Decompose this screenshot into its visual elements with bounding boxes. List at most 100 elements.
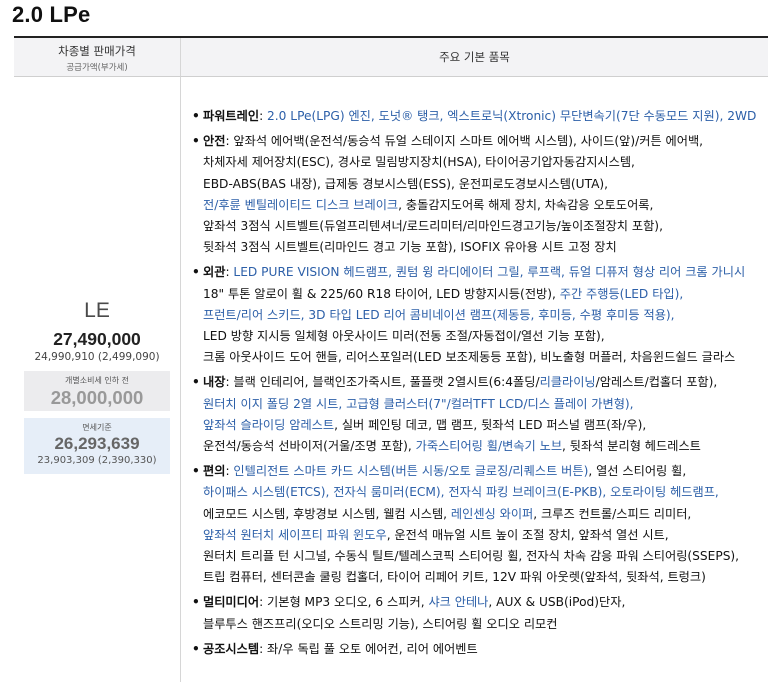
feature-item: • 안전: 앞좌석 에어백(운전석/동승석 듀얼 스테이지 스마트 에어백 시스템… xyxy=(192,131,768,258)
feature-text: , 열선 스티어링 휠, xyxy=(588,464,687,479)
feature-text: : xyxy=(259,109,268,123)
feature-item: • 파워트레인: 2.0 LPe(LPG) 엔진, 도넛® 탱크, 엑스트로닉(X… xyxy=(192,106,768,127)
feature-line: 공조시스템: 좌/우 독립 풀 오토 에어컨, 리어 에어벤트 xyxy=(203,639,768,660)
feature-text: : 블랙 인테리어, 블랙인조가죽시트, 풀플랫 2열시트(6:4폴딩/ xyxy=(225,375,540,390)
feature-item: • 멀티미디어: 기본형 MP3 오디오, 6 스피커, 샤크 안테나, AUX … xyxy=(192,592,768,634)
highlighted-feature-text: 샤크 안테나 xyxy=(428,595,489,610)
feature-line: 파워트레인: 2.0 LPe(LPG) 엔진, 도넛® 탱크, 엑스트로닉(Xt… xyxy=(203,106,768,127)
feature-text: , 운전석 매뉴얼 시트 높이 조절 장치, 앞좌석 열선 시트, xyxy=(386,527,669,542)
feature-text: EBD-ABS(BAS 내장), 급제동 경보시스템(ESS), 운전피로도경보… xyxy=(203,176,609,191)
pre-tax-cut-value: 28,000,000 xyxy=(50,387,144,408)
bullet-icon: • xyxy=(192,464,200,479)
bullet-icon: • xyxy=(192,134,200,149)
bullet-icon: • xyxy=(192,641,200,656)
feature-text: 블루투스 핸즈프리(오디오 스트리밍 기능), 스티어링 휠 오디오 리모컨 xyxy=(203,616,558,631)
feature-category: 파워트레인 xyxy=(203,109,260,123)
feature-category: 공조시스템 xyxy=(203,641,260,656)
feature-line: 원터치 트리플 턴 시그널, 수동식 틸트/텔레스코픽 스티어링 휠, 전자식 … xyxy=(203,546,768,567)
feature-item: • 공조시스템: 좌/우 독립 풀 오토 에어컨, 리어 에어벤트 xyxy=(192,639,768,660)
highlighted-feature-text: 앞좌석 원터치 세이프티 파워 윈도우 xyxy=(203,527,387,542)
feature-line: 운전석/동승석 선바이저(거울/조명 포함), 가죽스티어링 휠/변속기 노브,… xyxy=(203,436,768,457)
feature-line: 트립 컴퓨터, 센터콘솔 쿨링 컵홀더, 타이어 리페어 키트, 12V 파워 … xyxy=(203,567,768,588)
highlighted-feature-text: 주간 주행등(LED 타입), xyxy=(559,286,684,301)
feature-category: 안전 xyxy=(203,134,226,149)
feature-item: • 편의: 인텔리전트 스마트 카드 시스템(버튼 시동/오토 글로징/리퀘스트 … xyxy=(192,461,768,588)
feature-line: 전/후륜 벤틸레이티드 디스크 브레이크, 충돌감지도어록 해제 장치, 차속감… xyxy=(203,195,768,216)
feature-line: 차체자세 제어장치(ESC), 경사로 밀림방지장치(HSA), 타이어공기압자… xyxy=(203,152,768,173)
highlighted-feature-text: 전/후륜 벤틸레이티드 디스크 브레이크 xyxy=(203,197,399,212)
feature-text: 원터치 트리플 턴 시그널, 수동식 틸트/텔레스코픽 스티어링 휠, 전자식 … xyxy=(203,549,740,564)
tax-exempt-label: 면세기준 xyxy=(82,423,112,432)
feature-line: 외관: LED PURE VISION 헤드램프, 퀀텀 윙 라디에이터 그릴,… xyxy=(203,262,768,283)
feature-item: • 내장: 블랙 인테리어, 블랙인조가죽시트, 풀플랫 2열시트(6:4폴딩/리… xyxy=(192,372,768,457)
feature-text: : 좌/우 독립 풀 오토 에어컨, 리어 에어벤트 xyxy=(259,641,478,656)
feature-text: 크롬 아웃사이드 도어 핸들, 리어스포일러(LED 보조제동등 포함), 비노… xyxy=(203,350,736,365)
feature-text: 운전석/동승석 선바이저(거울/조명 포함), xyxy=(203,439,416,454)
feature-line: 뒷좌석 3점식 시트벨트(리마인드 경고 기능 포함), ISOFIX 유아용 … xyxy=(203,237,768,258)
feature-item: • 외관: LED PURE VISION 헤드램프, 퀀텀 윙 라디에이터 그릴… xyxy=(192,262,768,368)
feature-text: 앞좌석 3점식 시트벨트(듀얼프리텐셔너/로드리미터/리마인드경고기능/높이조절… xyxy=(203,219,663,234)
feature-text: , 실버 페인팅 데코, 맵 램프, 뒷좌석 LED 퍼스널 램프(좌/우), xyxy=(334,417,647,432)
feature-text: LED 방향 지시등 일체형 아웃사이드 미러(전동 조절/자동접이/열선 기능… xyxy=(203,329,605,344)
feature-text: , AUX & USB(iPod)단자, xyxy=(488,595,626,610)
feature-line: 안전: 앞좌석 에어백(운전석/동승석 듀얼 스테이지 스마트 에어백 시스템)… xyxy=(203,131,768,152)
feature-category: 외관 xyxy=(203,265,226,280)
bullet-icon: • xyxy=(192,109,200,123)
highlighted-feature-text: 리클라이닝 xyxy=(539,375,596,390)
feature-line: 멀티미디어: 기본형 MP3 오디오, 6 스피커, 샤크 안테나, AUX &… xyxy=(203,592,768,613)
feature-list: • 파워트레인: 2.0 LPe(LPG) 엔진, 도넛® 탱크, 엑스트로닉(X… xyxy=(192,106,768,664)
feature-text: , 뒷좌석 분리형 헤드레스트 xyxy=(562,439,701,454)
highlighted-feature-text: 앞좌석 슬라이딩 암레스트 xyxy=(203,417,335,432)
highlighted-feature-text: 인텔리전트 스마트 카드 시스템(버튼 시동/오토 글로징/리퀘스트 버튼) xyxy=(233,464,589,479)
bullet-icon: • xyxy=(192,265,200,280)
feature-text: /암레스트/컵홀더 포함), xyxy=(595,375,718,390)
feature-line: LED 방향 지시등 일체형 아웃사이드 미러(전동 조절/자동접이/열선 기능… xyxy=(203,326,768,347)
pre-tax-cut-label: 개별소비세 인하 전 xyxy=(65,376,129,385)
trim-price-supply: 24,990,910 (2,499,090) xyxy=(34,351,160,363)
feature-line: 앞좌석 원터치 세이프티 파워 윈도우, 운전석 매뉴얼 시트 높이 조절 장치… xyxy=(203,525,768,546)
feature-line: EBD-ABS(BAS 내장), 급제동 경보시스템(ESS), 운전피로도경보… xyxy=(203,174,768,195)
feature-line: 블루투스 핸즈프리(오디오 스트리밍 기능), 스티어링 휠 오디오 리모컨 xyxy=(203,614,768,635)
highlighted-feature-text: 레인센싱 와이퍼 xyxy=(450,506,534,521)
feature-text: 18" 투톤 알로이 휠 & 225/60 R18 타이어, LED 방향지시등… xyxy=(203,286,560,301)
feature-line: 편의: 인텔리전트 스마트 카드 시스템(버튼 시동/오토 글로징/리퀘스트 버… xyxy=(203,461,768,482)
feature-line: 18" 투톤 알로이 휠 & 225/60 R18 타이어, LED 방향지시등… xyxy=(203,284,768,305)
feature-category: 내장 xyxy=(203,375,226,390)
feature-line: 에코모드 시스템, 후방경보 시스템, 웰컴 시스템, 레인센싱 와이퍼, 크루… xyxy=(203,504,768,525)
trim-price: 27,490,000 xyxy=(53,329,141,349)
price-table: 차종별 판매가격 공급가액(부가세) 주요 기본 품목 LE 27,490,00… xyxy=(14,36,768,682)
tax-exempt-supply: 23,903,309 (2,390,330) xyxy=(37,455,157,466)
feature-category: 멀티미디어 xyxy=(203,595,260,610)
tax-exempt-price-box: 면세기준 26,293,639 23,903,309 (2,390,330) xyxy=(24,418,170,474)
highlighted-feature-text: 가죽스티어링 휠/변속기 노브 xyxy=(415,439,563,454)
pre-tax-cut-price-box: 개별소비세 인하 전 28,000,000 xyxy=(24,371,170,411)
highlighted-feature-text: 하이패스 시스템(ETCS), 전자식 룸미러(ECM), 전자식 파킹 브레이… xyxy=(203,485,719,500)
feature-text: 차체자세 제어장치(ESC), 경사로 밀림방지장치(HSA), 타이어공기압자… xyxy=(203,155,635,170)
feature-text: 에코모드 시스템, 후방경보 시스템, 웰컴 시스템, xyxy=(203,506,451,521)
feature-line: 프런트/리어 스키드, 3D 타입 LED 리어 콤비네이션 램프(제동등, 후… xyxy=(203,305,768,326)
features-cell: • 파워트레인: 2.0 LPe(LPG) 엔진, 도넛® 탱크, 엑스트로닉(X… xyxy=(182,77,768,682)
page-title: 2.0 LPe xyxy=(12,2,91,27)
highlighted-feature-text: LED PURE VISION 헤드램프, 퀀텀 윙 라디에이터 그릴, 루프랙… xyxy=(233,265,746,280)
feature-text: 뒷좌석 3점식 시트벨트(리마인드 경고 기능 포함), ISOFIX 유아용 … xyxy=(203,240,617,255)
feature-line: 내장: 블랙 인테리어, 블랙인조가죽시트, 풀플랫 2열시트(6:4폴딩/리클… xyxy=(203,372,768,393)
feature-line: 하이패스 시스템(ETCS), 전자식 룸미러(ECM), 전자식 파킹 브레이… xyxy=(203,482,768,503)
bullet-icon: • xyxy=(192,595,200,610)
header-price-column: 차종별 판매가격 공급가액(부가세) xyxy=(14,38,181,77)
feature-text: 트립 컴퓨터, 센터콘솔 쿨링 컵홀더, 타이어 리페어 키트, 12V 파워 … xyxy=(203,570,706,585)
price-cell: LE 27,490,000 24,990,910 (2,499,090) 개별소… xyxy=(14,77,181,682)
highlighted-feature-text: 2.0 LPe(LPG) 엔진, 도넛® 탱크, 엑스트로닉(Xtronic) … xyxy=(267,109,757,123)
highlighted-feature-text: 원터치 이지 폴딩 2열 시트, 고급형 클러스터(7"/컬러TFT LCD/디… xyxy=(203,396,634,411)
feature-category: 편의 xyxy=(203,464,226,479)
feature-text: , 충돌감지도어록 해제 장치, 차속감응 오토도어록, xyxy=(398,197,654,212)
feature-line: 앞좌석 3점식 시트벨트(듀얼프리텐셔너/로드리미터/리마인드경고기능/높이조절… xyxy=(203,216,768,237)
feature-text: : 기본형 MP3 오디오, 6 스피커, xyxy=(259,595,429,610)
header-features-column: 주요 기본 품목 xyxy=(181,38,768,77)
header-price-sublabel: 공급가액(부가세) xyxy=(66,63,128,73)
bullet-icon: • xyxy=(192,375,200,390)
feature-line: 앞좌석 슬라이딩 암레스트, 실버 페인팅 데코, 맵 램프, 뒷좌석 LED … xyxy=(203,415,768,436)
feature-line: 원터치 이지 폴딩 2열 시트, 고급형 클러스터(7"/컬러TFT LCD/디… xyxy=(203,394,768,415)
feature-line: 크롬 아웃사이드 도어 핸들, 리어스포일러(LED 보조제동등 포함), 비노… xyxy=(203,347,768,368)
feature-text: , 크루즈 컨트롤/스피드 리미터, xyxy=(533,506,692,521)
header-price-label: 차종별 판매가격 xyxy=(58,44,136,58)
